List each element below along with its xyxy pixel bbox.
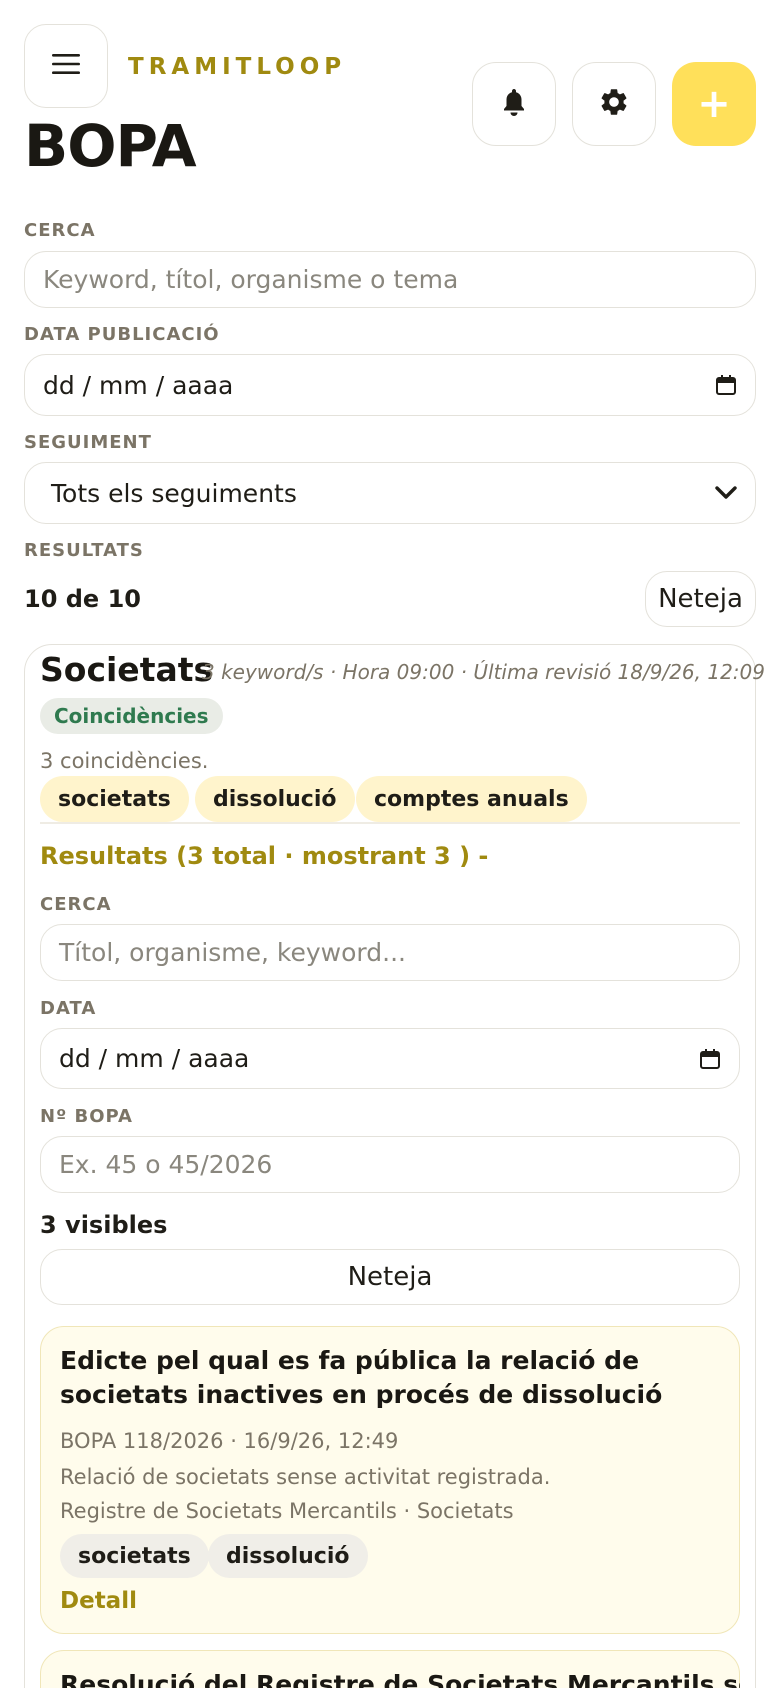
result-summary: Relació de societats sense activitat reg… <box>60 1465 551 1489</box>
bopa-number-label: Nº BOPA <box>40 1106 133 1127</box>
divider <box>40 822 740 824</box>
calendar-icon[interactable] <box>681 1048 739 1070</box>
inner-search-input[interactable]: Títol, organisme, keyword... <box>40 924 740 981</box>
result-title: Edicte pel qual es fa pública la relació… <box>60 1346 663 1409</box>
inner-search-placeholder: Títol, organisme, keyword... <box>59 938 406 967</box>
chevron-down-icon <box>697 486 755 500</box>
results-count: 10 de 10 <box>24 585 141 613</box>
notifications-button[interactable] <box>472 62 556 146</box>
inner-search-label: CERCA <box>40 894 112 915</box>
result-meta: BOPA 118/2026 · 16/9/26, 12:49 <box>60 1429 399 1453</box>
result-tag: dissolució <box>208 1534 368 1578</box>
bell-icon <box>502 87 526 121</box>
settings-button[interactable] <box>572 62 656 146</box>
add-button[interactable]: + <box>672 62 756 146</box>
tracking-select[interactable]: Tots els seguiments <box>24 462 756 524</box>
tracking-select-value: Tots els seguiments <box>51 478 297 508</box>
result-source: Registre de Societats Mercantils · Socie… <box>60 1499 514 1523</box>
visible-count: 3 visibles <box>40 1211 168 1239</box>
keyword-chip: dissolució <box>195 776 355 822</box>
date-label: DATA PUBLICACIÓ <box>24 324 220 345</box>
calendar-icon[interactable] <box>697 374 755 396</box>
tracking-label: SEGUIMENT <box>24 432 152 453</box>
search-label: CERCA <box>24 220 96 241</box>
inner-date-input[interactable]: dd / mm / aaaa <box>40 1028 740 1089</box>
brand-logo-text: TRAMITLOOP <box>128 54 347 80</box>
keyword-chip: societats <box>40 776 189 822</box>
status-badge: Coincidències <box>40 698 223 734</box>
gear-icon <box>598 86 630 122</box>
bopa-number-input[interactable]: Ex. 45 o 45/2026 <box>40 1136 740 1193</box>
matches-text: 3 coincidències. <box>40 749 209 773</box>
results-toggle[interactable]: Resultats (3 total · mostrant 3 ) - <box>40 842 488 870</box>
result-title: Resolució del Registre de Societats Merc… <box>60 1670 740 1688</box>
menu-button[interactable] <box>24 24 108 108</box>
results-label: RESULTATS <box>24 540 144 561</box>
keyword-chip: comptes anuals <box>356 776 587 822</box>
inner-date-value: dd / mm / aaaa <box>59 1044 250 1073</box>
clear-filters-button[interactable]: Neteja <box>645 571 756 627</box>
hamburger-icon <box>52 53 80 79</box>
bopa-number-placeholder: Ex. 45 o 45/2026 <box>59 1150 273 1179</box>
tracking-title: Societats <box>40 650 214 689</box>
plus-icon: + <box>697 81 731 127</box>
search-placeholder: Keyword, títol, organisme o tema <box>43 265 459 294</box>
date-value: dd / mm / aaaa <box>43 370 234 400</box>
search-input[interactable]: Keyword, títol, organisme o tema <box>24 251 756 308</box>
inner-date-label: DATA <box>40 998 97 1019</box>
date-input[interactable]: dd / mm / aaaa <box>24 354 756 416</box>
detail-link[interactable]: Detall <box>60 1588 137 1614</box>
page-title: BOPA <box>24 112 197 180</box>
result-tag: societats <box>60 1534 209 1578</box>
inner-clear-button[interactable]: Neteja <box>40 1249 740 1305</box>
tracking-meta: 3 keyword/s · Hora 09:00 · Última revisi… <box>202 660 765 684</box>
